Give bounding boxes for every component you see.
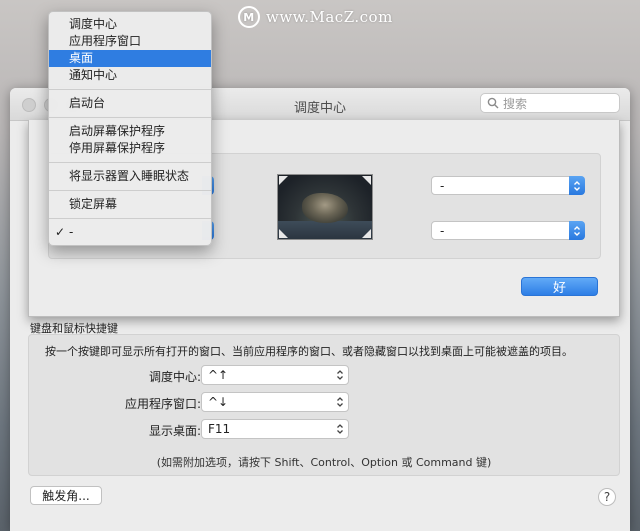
- menu-separator: [49, 89, 211, 90]
- search-icon: [487, 97, 499, 109]
- shortcut-label: 应用程序窗口:: [124, 397, 201, 411]
- shortcut-row-mission-control: 调度中心: ^↑: [29, 365, 619, 385]
- bottom-right-corner-value: -: [440, 223, 445, 238]
- menu-item-notification-center[interactable]: 通知中心: [49, 67, 211, 84]
- updown-chevron-icon: [337, 370, 343, 380]
- menu-separator: [49, 117, 211, 118]
- shortcut-row-show-desktop: 显示桌面: F11: [29, 419, 619, 439]
- menu-item-display-sleep[interactable]: 将显示器置入睡眠状态: [49, 168, 211, 185]
- top-right-corner-popup[interactable]: -: [431, 176, 585, 195]
- menu-item-mission-control[interactable]: 调度中心: [49, 16, 211, 33]
- menu-separator: [49, 162, 211, 163]
- menu-item-launchpad[interactable]: 启动台: [49, 95, 211, 112]
- shortcut-label: 显示桌面:: [148, 424, 201, 438]
- corner-action-menu: 调度中心 应用程序窗口 桌面 通知中心 启动台 启动屏幕保护程序 停用屏幕保护程…: [48, 11, 212, 246]
- show-desktop-shortcut-select[interactable]: F11: [201, 419, 349, 439]
- search-placeholder: 搜索: [503, 96, 528, 111]
- menu-separator: [49, 218, 211, 219]
- shortcut-value: ^↑: [208, 368, 229, 382]
- shortcut-label: 调度中心:: [148, 370, 201, 384]
- hot-corners-button[interactable]: 触发角...: [30, 486, 102, 505]
- menu-separator: [49, 190, 211, 191]
- watermark: M www.MacZ.com: [238, 6, 393, 28]
- watermark-text: www.MacZ.com: [266, 8, 393, 26]
- shortcuts-panel: 按一个按键即可显示所有打开的窗口、当前应用程序的窗口、或者隐藏窗口以找到桌面上可…: [28, 334, 620, 476]
- macz-logo-icon: M: [238, 6, 260, 28]
- shortcuts-description: 按一个按键即可显示所有打开的窗口、当前应用程序的窗口、或者隐藏窗口以找到桌面上可…: [45, 345, 573, 358]
- menu-item-disable-screensaver[interactable]: 停用屏幕保护程序: [49, 140, 211, 157]
- shortcut-row-app-windows: 应用程序窗口: ^↓: [29, 392, 619, 412]
- updown-chevron-icon: [569, 221, 585, 240]
- menu-item-desktop[interactable]: 桌面: [49, 50, 211, 67]
- search-field[interactable]: 搜索: [480, 93, 620, 113]
- app-windows-shortcut-select[interactable]: ^↓: [201, 392, 349, 412]
- ok-button[interactable]: 好: [521, 277, 598, 296]
- bottom-right-corner-popup[interactable]: -: [431, 221, 585, 240]
- help-button[interactable]: ?: [598, 488, 616, 506]
- menu-item-lock-screen[interactable]: 锁定屏幕: [49, 196, 211, 213]
- updown-chevron-icon: [337, 424, 343, 434]
- desktop-preview-image: [277, 174, 373, 240]
- modifier-keys-note: (如需附加选项，请按下 Shift、Control、Option 或 Comma…: [156, 456, 492, 469]
- updown-chevron-icon: [337, 397, 343, 407]
- corner-triangles-icon: [279, 176, 371, 238]
- mission-control-shortcut-select[interactable]: ^↑: [201, 365, 349, 385]
- menu-item-none[interactable]: ✓ -: [49, 224, 211, 241]
- updown-chevron-icon: [569, 176, 585, 195]
- shortcut-value: ^↓: [208, 395, 229, 409]
- top-right-corner-value: -: [440, 178, 445, 193]
- shortcut-value: F11: [208, 422, 231, 436]
- menu-item-start-screensaver[interactable]: 启动屏幕保护程序: [49, 123, 211, 140]
- checkmark-icon: ✓: [55, 225, 66, 239]
- menu-item-none-label: -: [69, 225, 74, 239]
- menu-item-app-windows[interactable]: 应用程序窗口: [49, 33, 211, 50]
